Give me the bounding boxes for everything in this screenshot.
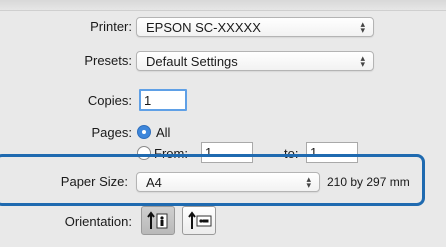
pages-all-radio[interactable] bbox=[137, 125, 151, 139]
pages-to-field[interactable]: 1 bbox=[306, 142, 358, 163]
presets-label: Presets: bbox=[84, 53, 132, 68]
paper-size-label: Paper Size: bbox=[60, 174, 128, 189]
printer-popup[interactable]: EPSON SC-XXXXX ▴ ▾ bbox=[136, 17, 374, 37]
presets-value: Default Settings bbox=[146, 54, 238, 69]
pages-to-value: 1 bbox=[310, 145, 318, 160]
pages-all-label: All bbox=[156, 125, 171, 140]
pages-from-field[interactable]: 1 bbox=[201, 142, 253, 163]
paper-dimensions: 210 by 297 mm bbox=[327, 175, 410, 189]
updown-arrows-icon: ▴ ▾ bbox=[360, 19, 365, 35]
updown-arrows-icon: ▴ ▾ bbox=[360, 53, 365, 69]
copies-label: Copies: bbox=[87, 93, 132, 108]
paper-size-value: A4 bbox=[146, 175, 162, 190]
pages-from-value: 1 bbox=[205, 145, 213, 160]
pages-label: Pages: bbox=[91, 125, 132, 140]
orientation-label: Orientation: bbox=[64, 214, 132, 229]
presets-popup[interactable]: Default Settings ▴ ▾ bbox=[136, 51, 374, 71]
paper-size-popup[interactable]: A4 ▴ ▾ bbox=[136, 172, 320, 192]
updown-arrows-icon: ▴ ▾ bbox=[306, 174, 311, 190]
pages-from-radio[interactable] bbox=[137, 146, 151, 160]
pages-from-label: From: bbox=[154, 146, 188, 161]
orientation-landscape-button[interactable] bbox=[182, 206, 216, 235]
copies-field[interactable]: 1 bbox=[139, 89, 187, 111]
landscape-orientation-icon bbox=[188, 211, 212, 229]
copies-value: 1 bbox=[144, 93, 152, 108]
orientation-portrait-button[interactable] bbox=[141, 206, 175, 235]
printer-value: EPSON SC-XXXXX bbox=[146, 20, 261, 35]
pages-to-label: to: bbox=[284, 146, 299, 161]
portrait-orientation-icon bbox=[147, 211, 168, 229]
window-top-edge bbox=[0, 0, 446, 11]
printer-label: Printer: bbox=[90, 19, 132, 34]
